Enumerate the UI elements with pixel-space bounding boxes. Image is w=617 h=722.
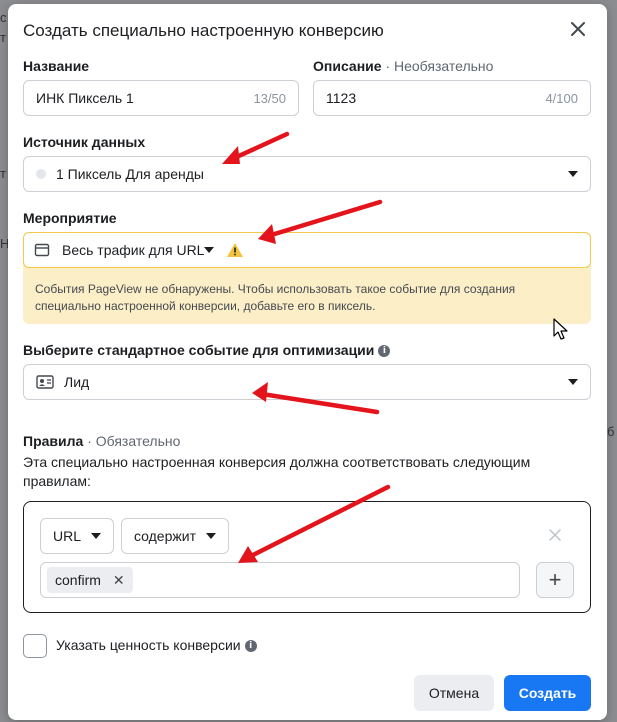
dialog-title: Создать специально настроенную конверсию bbox=[23, 21, 384, 40]
remove-tag-icon[interactable]: ✕ bbox=[113, 572, 125, 589]
rule-group: URL содержит confirm ✕ + bbox=[23, 501, 591, 613]
standard-event-select[interactable]: Лид bbox=[23, 364, 591, 400]
cancel-button[interactable]: Отмена bbox=[414, 675, 494, 711]
conversion-value-label: Указать ценность конверсии i bbox=[56, 636, 257, 655]
rule-field-select[interactable]: URL bbox=[40, 518, 115, 554]
rule-field-value: URL bbox=[53, 528, 82, 544]
create-button[interactable]: Создать bbox=[504, 675, 591, 711]
rules-description: Эта специально настроенная конверсия дол… bbox=[23, 454, 531, 489]
name-label: Название bbox=[23, 58, 90, 74]
background-text-fragment: б bbox=[607, 424, 615, 439]
data-source-value: 1 Пиксель Для аренды bbox=[56, 166, 204, 182]
event-value: Весь трафик для URL bbox=[62, 242, 205, 258]
event-select[interactable]: Весь трафик для URL bbox=[23, 232, 591, 268]
chevron-down-icon bbox=[204, 247, 215, 253]
tag-label: confirm bbox=[55, 572, 101, 588]
rule-operator-value: содержит bbox=[134, 528, 196, 544]
pixel-status-dot-icon bbox=[36, 169, 46, 179]
info-icon[interactable]: i bbox=[244, 640, 257, 653]
standard-event-value: Лид bbox=[64, 374, 90, 390]
chevron-down-icon bbox=[205, 533, 216, 539]
mouse-cursor-icon bbox=[553, 318, 568, 340]
custom-conversion-dialog: Создать специально настроенную конверсию… bbox=[8, 4, 607, 720]
rules-label: Правила · Обязательно bbox=[23, 433, 181, 449]
description-value: 1123 bbox=[326, 90, 357, 106]
event-label: Мероприятие bbox=[23, 210, 117, 226]
background-text-fragment: с bbox=[0, 10, 7, 25]
background-text-fragment: Н bbox=[0, 236, 10, 251]
warning-triangle-icon bbox=[227, 243, 244, 257]
conversion-value-checkbox[interactable] bbox=[23, 634, 47, 658]
description-label: Описание · Необязательно bbox=[313, 58, 494, 74]
description-counter: 4/100 bbox=[545, 90, 578, 106]
background-text-fragment: т bbox=[0, 30, 6, 45]
optional-hint: · Необязательно bbox=[385, 58, 494, 74]
remove-rule-icon[interactable] bbox=[548, 528, 562, 542]
chevron-down-icon bbox=[568, 379, 578, 385]
event-warning-text: События PageView не обнаружены. Чтобы ис… bbox=[35, 282, 516, 313]
chevron-down-icon bbox=[91, 533, 102, 539]
required-hint: · Обязательно bbox=[87, 433, 181, 449]
rule-operator-select[interactable]: содержит bbox=[121, 518, 229, 554]
background-text-fragment: т bbox=[0, 166, 6, 181]
rule-value-tag: confirm ✕ bbox=[47, 567, 133, 593]
name-value: ИНК Пиксель 1 bbox=[36, 90, 134, 106]
add-rule-button[interactable]: + bbox=[536, 562, 574, 598]
browser-window-icon bbox=[34, 243, 50, 257]
data-source-select[interactable]: 1 Пиксель Для аренды bbox=[23, 156, 591, 192]
contact-card-icon bbox=[36, 375, 54, 389]
chevron-down-icon bbox=[568, 171, 578, 177]
standard-event-label: Выберите стандартное событие для оптимиз… bbox=[23, 342, 391, 358]
rule-value-input[interactable]: confirm ✕ bbox=[40, 562, 520, 598]
name-counter: 13/50 bbox=[253, 90, 286, 106]
close-icon[interactable] bbox=[569, 20, 587, 38]
data-source-label: Источник данных bbox=[23, 134, 146, 150]
plus-icon: + bbox=[548, 567, 562, 592]
name-input[interactable]: ИНК Пиксель 1 13/50 bbox=[23, 80, 299, 116]
info-icon[interactable]: i bbox=[378, 345, 391, 358]
description-input[interactable]: 1123 4/100 bbox=[313, 80, 591, 116]
